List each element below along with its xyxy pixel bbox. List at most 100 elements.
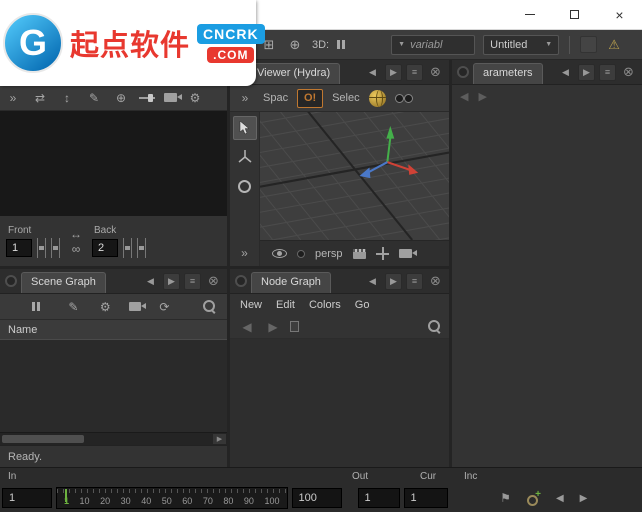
page-icon[interactable] (290, 321, 299, 332)
tab-next-icon[interactable]: ▶ (578, 64, 595, 81)
tab-viewer-hydra[interactable]: Viewer (Hydra) (247, 63, 340, 84)
history-forward-icon[interactable]: ▶ (478, 90, 486, 103)
back-slider-2[interactable] (137, 238, 146, 258)
forward-icon[interactable]: ▶ (264, 318, 282, 336)
maximize-button[interactable] (552, 0, 597, 29)
object-space-button[interactable]: O! (297, 89, 323, 108)
tab-next-icon[interactable]: ▶ (385, 64, 402, 81)
pause-render-icon[interactable] (337, 40, 345, 49)
pixel-probe-icon[interactable]: ⊕ (112, 89, 130, 107)
panel-menu-icon[interactable]: ≡ (184, 273, 201, 290)
viewport-3d[interactable] (260, 112, 449, 240)
horizontal-scrollbar[interactable]: ▶ (0, 432, 227, 445)
parameters-panel: arameters ◀ ▶ ≡ ⊗ ◀ ▶ (452, 60, 642, 467)
chevrons-icon[interactable]: » (236, 89, 254, 107)
exposure-slider-icon[interactable] (139, 92, 155, 104)
panel-float-icon[interactable] (457, 66, 469, 78)
scene-graph-list[interactable] (0, 340, 227, 432)
edit-pencil-icon[interactable]: ✎ (65, 298, 82, 316)
eye-icon[interactable] (272, 249, 287, 258)
monitor-settings-gear-icon[interactable]: ⚙ (186, 89, 204, 107)
panel-float-icon[interactable] (5, 275, 17, 287)
add-keyframe-icon[interactable] (527, 492, 540, 505)
search-icon[interactable] (428, 320, 441, 333)
back-buffer-field[interactable]: 2 (92, 239, 118, 257)
flip-icon[interactable]: ↕ (58, 89, 76, 107)
gear-icon[interactable]: ⚙ (97, 298, 114, 316)
tab-prev-icon[interactable]: ◀ (557, 64, 574, 81)
front-slider-2[interactable] (51, 238, 60, 258)
minimize-button[interactable] (507, 0, 552, 29)
prev-frame-icon[interactable]: ◀ (556, 493, 564, 504)
panel-menu-icon[interactable]: ≡ (599, 64, 616, 81)
link-buffers-icon[interactable]: ∞ (68, 242, 84, 256)
panel-menu-icon[interactable]: ≡ (406, 273, 423, 290)
chevrons-icon[interactable]: » (4, 89, 22, 107)
node-graph-canvas[interactable] (230, 339, 449, 467)
warning-icon[interactable]: ⚠ (605, 36, 623, 54)
menu-edit[interactable]: Edit (276, 299, 295, 311)
swap-buffers-icon[interactable]: ⇄ (31, 89, 49, 107)
selectable-globe-icon[interactable] (369, 90, 386, 107)
translate-tool-button[interactable] (233, 145, 257, 169)
panel-close-icon[interactable]: ⊗ (620, 64, 637, 81)
panel-float-icon[interactable] (235, 275, 247, 287)
increment-field[interactable]: 1 (404, 488, 448, 508)
chevrons-icon[interactable]: » (236, 244, 254, 262)
render-camera-icon[interactable] (164, 93, 177, 102)
camera-icon[interactable] (399, 249, 412, 258)
search-icon[interactable] (203, 300, 215, 313)
menu-new[interactable]: New (240, 299, 262, 311)
timeline-ruler[interactable]: 1102030405060708090100 (56, 487, 288, 509)
playhead[interactable] (65, 489, 67, 502)
out-frame-field[interactable]: 100 (292, 488, 342, 508)
close-button[interactable]: × (597, 0, 642, 29)
panel-close-icon[interactable]: ⊗ (205, 273, 222, 290)
project-dropdown[interactable]: Untitled ▼ (483, 35, 559, 55)
camera-name[interactable]: persp (315, 248, 343, 260)
panel-close-icon[interactable]: ⊗ (427, 273, 444, 290)
tab-parameters[interactable]: arameters (473, 63, 543, 84)
current-frame-field[interactable]: 1 (358, 488, 400, 508)
in-frame-field[interactable]: 1 (2, 488, 52, 508)
select-tool-button[interactable] (233, 116, 257, 140)
visibility-icon[interactable] (395, 93, 413, 103)
history-back-icon[interactable]: ◀ (460, 90, 468, 103)
next-frame-icon[interactable]: ▶ (580, 493, 588, 504)
monitor-viewport[interactable] (0, 111, 227, 216)
sync-icon[interactable]: ⊕ (286, 36, 304, 54)
lock-dot-icon[interactable] (297, 250, 305, 258)
rotate-tool-button[interactable] (233, 174, 257, 198)
pan-icon[interactable] (376, 247, 389, 260)
tab-prev-icon[interactable]: ◀ (364, 273, 381, 290)
front-slider[interactable] (37, 238, 46, 258)
tab-node-graph[interactable]: Node Graph (251, 272, 331, 293)
swap-front-back-icon[interactable]: ↔ (68, 227, 84, 241)
scrollbar-thumb[interactable] (2, 435, 84, 443)
clapperboard-icon[interactable] (353, 249, 366, 259)
back-slider[interactable] (123, 238, 132, 258)
node-graph-panel: Node Graph ◀ ▶ ≡ ⊗ New Edit Colors Go (230, 269, 449, 467)
pause-updates-icon[interactable] (32, 302, 40, 311)
scroll-right-icon[interactable]: ▶ (213, 434, 226, 444)
tab-prev-icon[interactable]: ◀ (364, 64, 381, 81)
parameters-body[interactable]: ◀ ▶ (452, 85, 642, 467)
variable-dropdown[interactable]: ▼ variabl (391, 35, 475, 55)
menu-colors[interactable]: Colors (309, 299, 341, 311)
refresh-icon[interactable]: ⟳ (156, 298, 173, 316)
annotate-pencil-icon[interactable]: ✎ (85, 89, 103, 107)
tab-next-icon[interactable]: ▶ (385, 273, 402, 290)
tab-prev-icon[interactable]: ◀ (142, 273, 159, 290)
name-column-header[interactable]: Name (0, 320, 227, 340)
tab-next-icon[interactable]: ▶ (163, 273, 180, 290)
panel-menu-icon[interactable]: ≡ (406, 64, 423, 81)
front-buffer-field[interactable]: 1 (6, 239, 32, 257)
tab-scene-graph[interactable]: Scene Graph (21, 272, 106, 293)
menu-go[interactable]: Go (355, 299, 370, 311)
render-status-icon[interactable] (580, 36, 597, 53)
back-icon[interactable]: ◀ (238, 318, 256, 336)
panel-close-icon[interactable]: ⊗ (427, 64, 444, 81)
flag-icon[interactable]: ⚑ (500, 491, 511, 505)
camera-icon[interactable] (129, 302, 141, 311)
status-text: Ready. (8, 451, 42, 463)
